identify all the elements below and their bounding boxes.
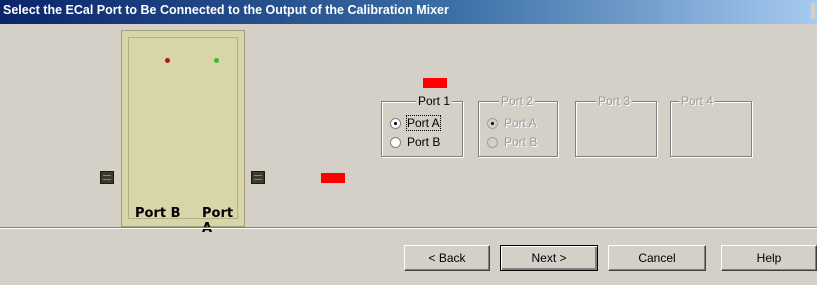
close-button-partial[interactable]: [811, 3, 815, 19]
dialog-title: Select the ECal Port to Be Connected to …: [3, 3, 449, 17]
port2-group: Port 2 Port A Port B: [478, 94, 558, 157]
next-button[interactable]: Next >: [500, 245, 598, 271]
radio-disabled-selected-icon: [487, 118, 498, 129]
port2-option-port-a-label: Port A: [504, 116, 537, 130]
cancel-button[interactable]: Cancel: [608, 245, 706, 271]
divider-highlight: [0, 228, 817, 229]
port1-option-port-a-label: Port A: [406, 115, 441, 131]
radio-disabled-icon: [487, 137, 498, 148]
red-led-icon: [165, 58, 170, 63]
port2-group-title: Port 2: [499, 94, 536, 108]
port2-option-port-b-label: Port B: [504, 135, 538, 149]
radio-unselected-icon[interactable]: [390, 137, 401, 148]
mixer-output-marker: [321, 173, 345, 183]
port4-group: Port 4: [670, 94, 752, 157]
help-button[interactable]: Help: [721, 245, 817, 271]
green-led-icon: [214, 58, 219, 63]
ecal-module-graphic: Port B Port A: [121, 30, 245, 236]
title-bar: Select the ECal Port to Be Connected to …: [0, 0, 817, 24]
port4-group-title: Port 4: [679, 94, 716, 108]
ecal-port-b-label: Port B: [135, 206, 181, 221]
port-b-connector-icon: [100, 171, 114, 184]
port1-highlight-marker: [423, 78, 447, 88]
port1-group: Port 1 Port A Port B: [381, 94, 463, 157]
ecal-module-panel: Port B Port A: [128, 37, 238, 236]
back-button[interactable]: < Back: [404, 245, 490, 271]
port3-group: Port 3: [575, 94, 657, 157]
radio-selected-icon[interactable]: [390, 118, 401, 129]
port3-group-title: Port 3: [596, 94, 633, 108]
port1-group-title: Port 1: [416, 94, 453, 108]
ecal-port-a-label: Port A: [202, 206, 234, 236]
port-a-connector-icon: [251, 171, 265, 184]
port1-option-port-b-label: Port B: [407, 135, 441, 149]
